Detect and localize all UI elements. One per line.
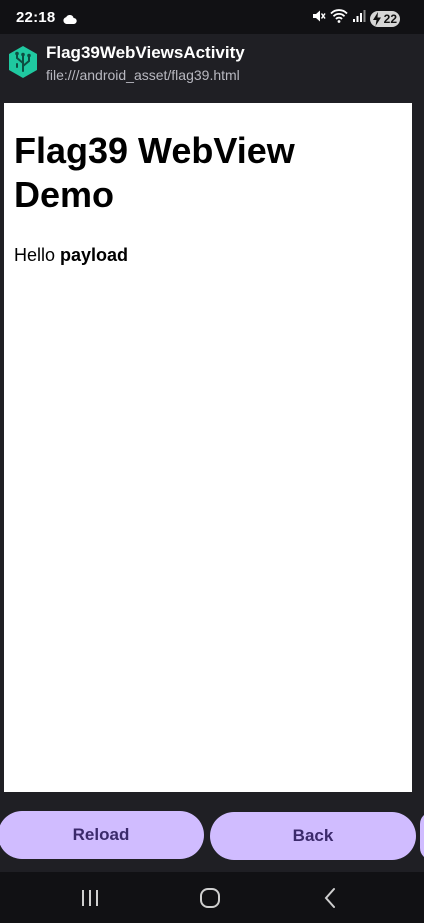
- reload-button[interactable]: Reload: [0, 811, 204, 859]
- back-button[interactable]: Back: [210, 812, 416, 860]
- home-icon[interactable]: [196, 886, 224, 910]
- button-row: Reload Back: [0, 792, 424, 872]
- web-heading: Flag39 WebView Demo: [14, 130, 295, 215]
- back-icon[interactable]: [316, 886, 344, 910]
- charging-bolt-icon: [373, 11, 381, 26]
- mute-icon: [312, 9, 326, 28]
- offscreen-button-edge[interactable]: [420, 812, 424, 860]
- wifi-icon: [330, 9, 348, 28]
- navigation-bar: [0, 872, 424, 923]
- web-paragraph: Hello payload: [14, 245, 128, 266]
- webview[interactable]: Flag39 WebView Demo Hello payload: [4, 103, 412, 792]
- signal-icon: [352, 9, 366, 28]
- status-time: 22:18: [16, 9, 56, 26]
- app-title: Flag39WebViewsActivity: [46, 43, 245, 62]
- page-url: file:///android_asset/flag39.html: [46, 67, 240, 83]
- app-bar: Flag39WebViewsActivity file:///android_a…: [0, 34, 424, 96]
- recent-apps-icon[interactable]: [76, 886, 104, 910]
- cloud-icon: [63, 11, 77, 29]
- app-logo-icon: [6, 45, 40, 79]
- battery-icon: 22: [370, 10, 400, 27]
- paragraph-text: Hello: [14, 245, 61, 265]
- status-bar: 22:18 22: [0, 0, 424, 34]
- battery-level: 22: [383, 11, 397, 26]
- paragraph-bold-text: payload: [60, 245, 129, 265]
- status-icons: 22: [312, 9, 400, 28]
